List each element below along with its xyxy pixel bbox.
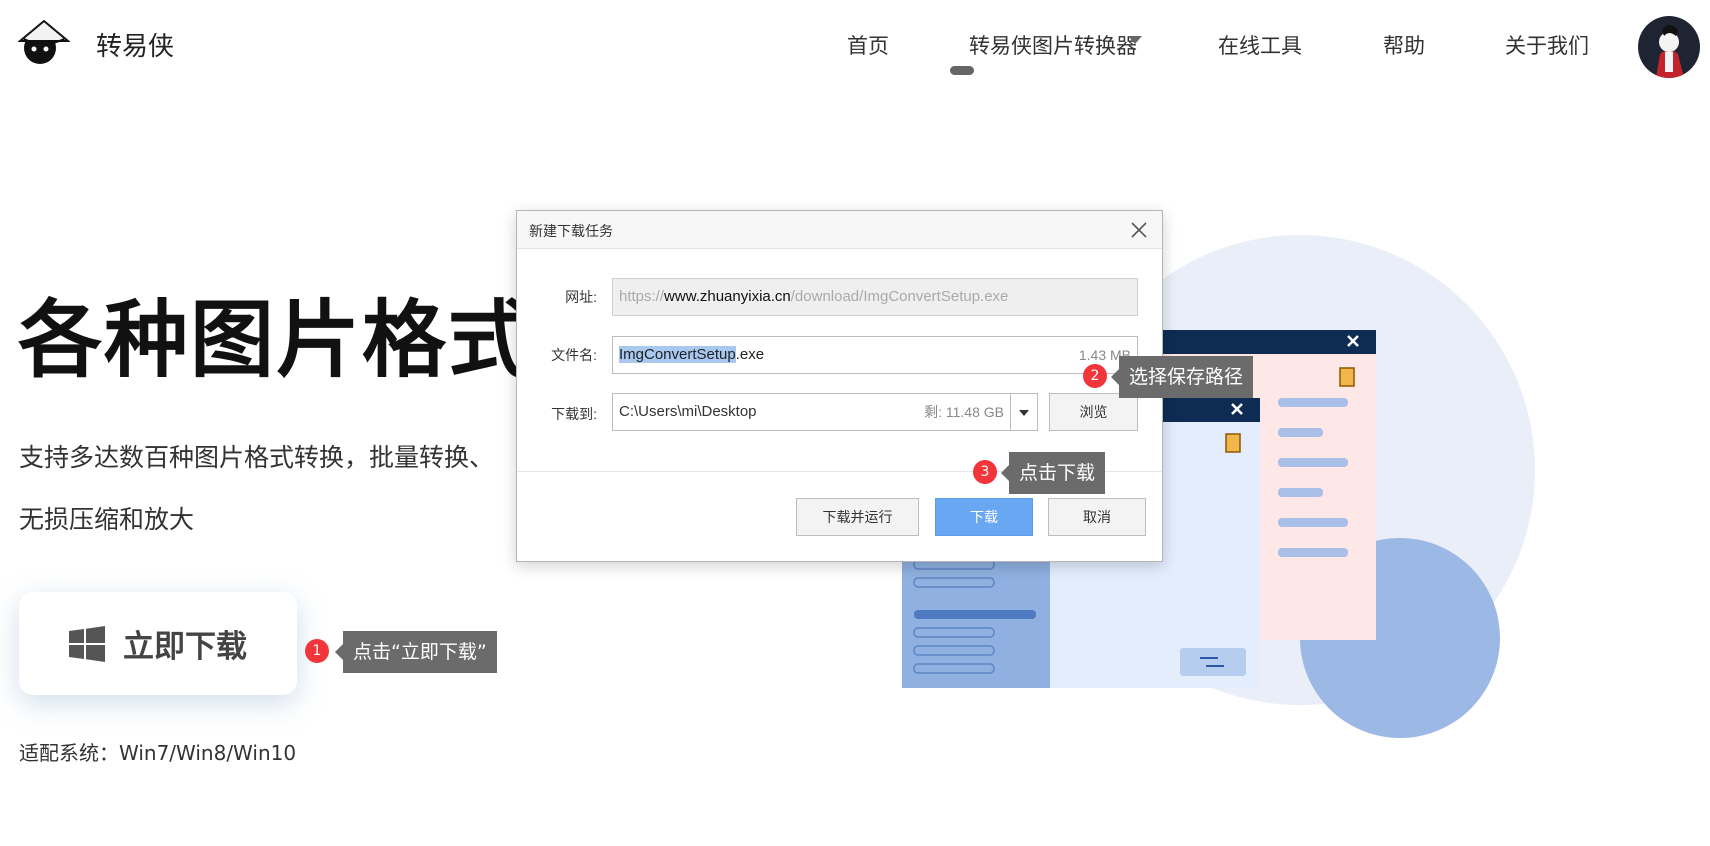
cancel-button[interactable]: 取消	[1048, 498, 1146, 536]
logo-icon[interactable]	[18, 15, 70, 67]
hero-description-line2: 无损压缩和放大	[19, 505, 195, 534]
nav-online-tools[interactable]: 在线工具	[1218, 30, 1302, 60]
hero-description-line1: 支持多达数百种图片格式转换，批量转换、	[19, 443, 495, 472]
step-tooltip-3: 点击下载	[1000, 452, 1106, 494]
nav-home[interactable]: 首页	[847, 30, 889, 60]
filename-label: 文件名:	[551, 347, 597, 363]
free-space: 剩: 11.48 GB	[924, 404, 1004, 420]
nav-converter[interactable]: 转易侠图片转换器	[969, 30, 1137, 60]
url-host: www.zhuanyixia.cn	[664, 288, 791, 305]
browse-button[interactable]: 浏览	[1049, 393, 1138, 431]
dialog-title: 新建下载任务	[529, 223, 613, 239]
url-prefix: https://	[619, 288, 665, 305]
url-field[interactable]: https://www.zhuanyixia.cn/download/ImgCo…	[612, 278, 1138, 316]
step-tooltip-2: 选择保存路径	[1110, 356, 1254, 398]
compat-label: 适配系统：Win7/Win8/Win10	[19, 741, 297, 765]
step-tooltip-1: 点击“立即下载”	[335, 631, 497, 673]
step-badge-1: 1	[305, 639, 329, 663]
filename-ext: .exe	[735, 346, 765, 363]
filename-field[interactable]: ImgConvertSetup.exe 1.43 MB	[612, 336, 1138, 374]
step-badge-2: 2	[1083, 364, 1107, 388]
download-button[interactable]: 下载	[935, 498, 1033, 536]
dialog-titlebar	[517, 211, 1162, 249]
step-badge-3: 3	[973, 460, 997, 484]
saveto-label: 下载到:	[551, 406, 597, 422]
hero-download-label: 立即下载	[123, 629, 247, 665]
chevron-down-icon[interactable]	[1128, 36, 1142, 44]
url-label: 网址:	[565, 289, 597, 305]
save-path-field[interactable]: C:\Users\mi\Desktop 剩: 11.48 GB	[612, 393, 1011, 431]
save-path: C:\Users\mi\Desktop	[619, 403, 757, 420]
avatar[interactable]	[1638, 16, 1700, 78]
hero-download-button[interactable]: 立即下载	[19, 592, 297, 695]
download-run-button[interactable]: 下载并运行	[796, 498, 919, 536]
windows-icon	[69, 625, 105, 662]
url-path: /download/ImgConvertSetup.exe	[790, 288, 1009, 305]
close-icon[interactable]	[1128, 219, 1150, 241]
page: 转易侠 首页 转易侠图片转换器 在线工具 帮助 关于我们 各种图片格式转 支持多…	[0, 0, 1710, 846]
nav-active-indicator	[950, 66, 974, 75]
brand-name[interactable]: 转易侠	[96, 26, 174, 63]
filename-selected: ImgConvertSetup	[619, 346, 736, 363]
nav-about[interactable]: 关于我们	[1505, 30, 1589, 60]
path-dropdown-button[interactable]	[1010, 393, 1038, 431]
nav-help[interactable]: 帮助	[1383, 30, 1425, 60]
download-dialog: 新建下载任务 网址: https://www.zhuanyixia.cn/dow…	[516, 210, 1163, 562]
